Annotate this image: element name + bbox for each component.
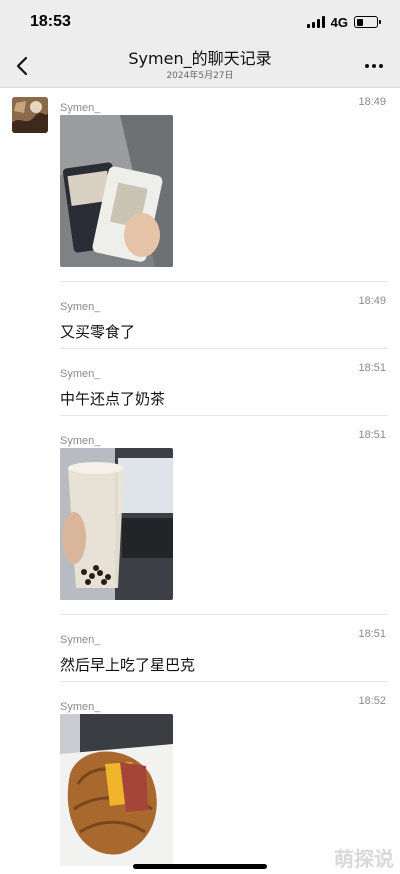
battery-icon: [354, 16, 381, 28]
network-type: 4G: [330, 14, 348, 30]
avatar[interactable]: [12, 97, 48, 133]
back-button[interactable]: [8, 52, 36, 80]
message-sender: Symen_: [60, 368, 101, 380]
message-text: 中午还点了奶茶: [60, 390, 166, 408]
message-item: Symen_ 18:52: [60, 695, 388, 714]
message-time: 18:52: [358, 695, 386, 707]
page-subtitle: 2024年5月27日: [166, 71, 234, 81]
message-item: Symen_ 18:51 中午还点了奶茶: [60, 362, 388, 410]
snack-photo[interactable]: [60, 115, 173, 267]
home-indicator[interactable]: [133, 864, 267, 869]
croissant-photo[interactable]: [60, 714, 173, 866]
more-button[interactable]: [360, 52, 388, 80]
message-text: 然后早上吃了星巴克: [60, 656, 196, 674]
croissant-photo-image: [60, 714, 173, 866]
more-dots-icon: [365, 64, 369, 68]
status-time: 18:53: [30, 13, 71, 30]
message-divider: [60, 348, 388, 349]
avatar-image: [12, 97, 48, 133]
message-item: Symen_ 18:49 又买零食了: [60, 295, 388, 343]
status-bar: 18:53 4G: [0, 0, 400, 44]
signal-icon: [306, 16, 325, 28]
status-icons: 4G: [306, 14, 381, 30]
message-divider: [60, 415, 388, 416]
message-item: Symen_ 18:51: [60, 429, 388, 448]
nav-titles: Symen_的聊天记录 2024年5月27日: [60, 48, 340, 82]
message-sender: Symen_: [60, 102, 101, 114]
page-title: Symen_的聊天记录: [128, 49, 272, 68]
milk-tea-photo-image: [60, 448, 173, 600]
message-text: 又买零食了: [60, 323, 136, 341]
message-time: 18:51: [358, 362, 386, 374]
chevron-left-icon: [16, 56, 28, 76]
message-time: 18:51: [358, 628, 386, 640]
message-time: 18:49: [358, 96, 386, 108]
message-time: 18:49: [358, 295, 386, 307]
snack-photo-image: [60, 115, 173, 267]
milk-tea-photo[interactable]: [60, 448, 173, 600]
message-item: Symen_ 18:51 然后早上吃了星巴克: [60, 628, 388, 676]
message-divider: [60, 614, 388, 615]
nav-bar: Symen_的聊天记录 2024年5月27日: [0, 44, 400, 88]
watermark: 萌探说: [334, 847, 394, 871]
message-divider: [60, 281, 388, 282]
message-time: 18:51: [358, 429, 386, 441]
message-divider: [60, 681, 388, 682]
message-sender: Symen_: [60, 301, 101, 313]
message-sender: Symen_: [60, 701, 101, 713]
message-sender: Symen_: [60, 634, 101, 646]
message-item: Symen_ 18:49: [60, 96, 388, 115]
message-sender: Symen_: [60, 435, 101, 447]
